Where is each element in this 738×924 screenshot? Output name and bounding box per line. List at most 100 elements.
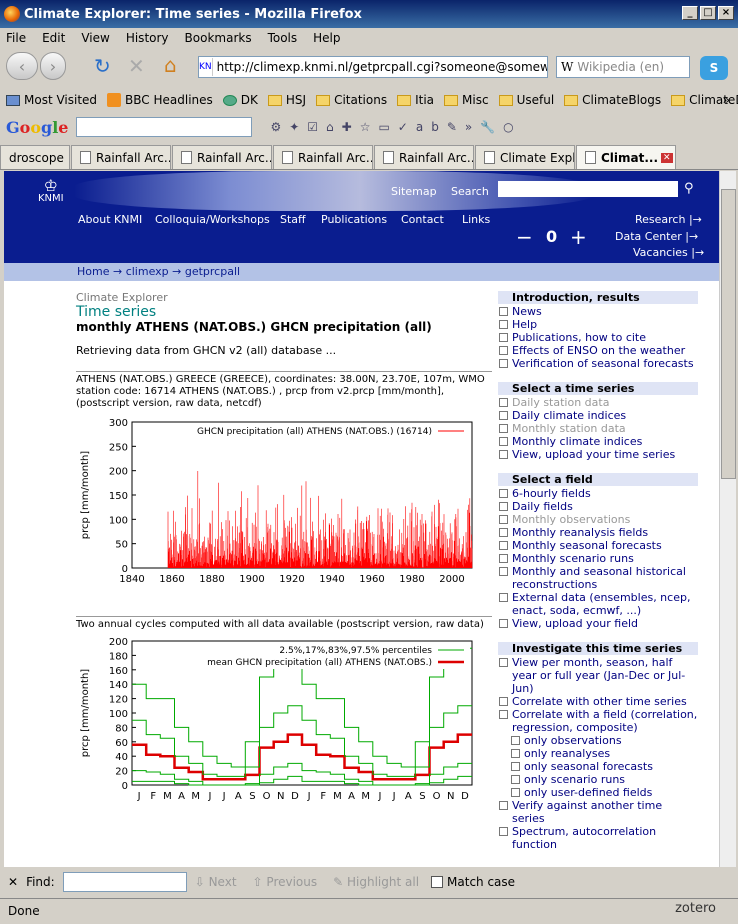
find-next-button[interactable]: ⇩ Next (195, 875, 237, 889)
tab-rainfall-3[interactable]: Rainfall Arc... (273, 145, 373, 169)
breadcrumb[interactable]: Home → climexp → getprcpall (4, 263, 719, 281)
zotero-button[interactable]: zotero (675, 901, 716, 916)
nav-contact[interactable]: Contact (401, 213, 444, 226)
x-tick-label: J (222, 791, 226, 802)
zoom-in-button[interactable]: + (570, 225, 587, 249)
sidebar-link[interactable]: only reanalyses (498, 747, 698, 760)
bookmark-dk[interactable]: DK (222, 93, 258, 107)
web-search-input[interactable]: W Wikipedia (en) (556, 56, 690, 78)
research-link[interactable]: Research |→ (635, 213, 702, 226)
site-icon: KN (199, 58, 213, 76)
tab-rainfall-1[interactable]: Rainfall Arc... (71, 145, 171, 169)
sidebar-link[interactable]: Effects of ENSO on the weather (498, 344, 698, 357)
home-icon[interactable]: ⌂ (164, 53, 177, 77)
menu-help[interactable]: Help (313, 31, 340, 45)
sidebar-link[interactable]: 6-hourly fields (498, 487, 698, 500)
x-tick-label: 1840 (119, 574, 144, 585)
nav-about[interactable]: About KNMI (78, 213, 142, 226)
x-tick-label: O (263, 791, 271, 802)
menu-view[interactable]: View (81, 31, 109, 45)
sidebar-link[interactable]: Verify against another time series (498, 799, 698, 825)
bookmark-climateblogs[interactable]: ClimateBlogs (564, 93, 661, 107)
x-tick-label: M (333, 791, 342, 802)
close-find-icon[interactable]: ✕ (8, 875, 18, 889)
toolbar-icons[interactable]: ⚙✦☑⌂✚☆▭✓ab✎»🔧○ (270, 120, 521, 134)
tab-climate-explorer[interactable]: Climate Expl... (475, 145, 575, 169)
skype-icon[interactable]: S (700, 56, 728, 80)
sidebar-link[interactable]: View per month, season, half year or ful… (498, 656, 698, 695)
folder-icon (316, 94, 331, 106)
chevron-more-icon[interactable]: » (723, 93, 730, 107)
sidebar-link[interactable]: Correlate with other time series (498, 695, 698, 708)
tab-rainfall-4[interactable]: Rainfall Arc... (374, 145, 474, 169)
sidebar-link[interactable]: only observations (498, 734, 698, 747)
sidebar-link[interactable]: Daily station data (498, 396, 698, 409)
sidebar-link[interactable]: View, upload your time series (498, 448, 698, 461)
bookmark-misc[interactable]: Misc (444, 93, 489, 107)
vacancies-link[interactable]: Vacancies |→ (633, 246, 704, 259)
back-button[interactable]: ‹ (6, 52, 38, 80)
bookmark-citations[interactable]: Citations (316, 93, 387, 107)
tab-rainfall-2[interactable]: Rainfall Arc... (172, 145, 272, 169)
close-button[interactable]: × (718, 6, 734, 20)
reload-icon[interactable]: ↻ (94, 54, 111, 78)
sidebar-link[interactable]: View, upload your field (498, 617, 698, 630)
bookmark-most-visited[interactable]: Most Visited (6, 93, 97, 107)
stop-icon[interactable]: ✕ (128, 54, 145, 78)
sidebar-link[interactable]: only scenario runs (498, 773, 698, 786)
sidebar-link[interactable]: Publications, how to cite (498, 331, 698, 344)
tab-droscope[interactable]: droscope (0, 145, 70, 169)
menu-file[interactable]: File (6, 31, 26, 45)
bookmark-bbc-headlines[interactable]: BBC Headlines (107, 93, 213, 107)
sidebar-link[interactable]: News (498, 305, 698, 318)
site-search-input[interactable] (498, 181, 678, 197)
scrollbar-thumb[interactable] (721, 189, 736, 479)
sidebar-link[interactable]: Help (498, 318, 698, 331)
sidebar-link[interactable]: Correlate with a field (correlation, reg… (498, 708, 698, 734)
sidebar-link[interactable]: External data (ensembles, ncep, enact, s… (498, 591, 698, 617)
sidebar-link[interactable]: Verification of seasonal forecasts (498, 357, 698, 370)
knmi-logo[interactable]: ♔ KNMI (38, 178, 64, 205)
minimize-button[interactable]: _ (682, 6, 698, 20)
sidebar-link[interactable]: Monthly and seasonal historical reconstr… (498, 565, 698, 591)
sidebar-link[interactable]: Monthly climate indices (498, 435, 698, 448)
x-tick-label: J (377, 791, 381, 802)
sidebar-link[interactable]: Daily climate indices (498, 409, 698, 422)
sidebar-link[interactable]: only seasonal forecasts (498, 760, 698, 773)
match-case-checkbox[interactable] (431, 876, 444, 888)
bookmark-itia[interactable]: Itia (397, 93, 434, 107)
sidebar-link[interactable]: Monthly observations (498, 513, 698, 526)
nav-staff[interactable]: Staff (280, 213, 306, 226)
find-input[interactable] (62, 872, 187, 892)
sitemap-link[interactable]: Sitemap (391, 185, 437, 198)
search-icon[interactable]: ⚲ (684, 181, 694, 196)
sidebar-link[interactable]: only user-defined fields (498, 786, 698, 799)
forward-button[interactable]: › (40, 52, 66, 80)
sidebar-link[interactable]: Monthly reanalysis fields (498, 526, 698, 539)
sidebar-link[interactable]: Monthly seasonal forecasts (498, 539, 698, 552)
highlight-all-button[interactable]: ✎ Highlight all (333, 875, 419, 889)
sidebar-link[interactable]: Monthly station data (498, 422, 698, 435)
sidebar-link[interactable]: Spectrum, autocorrelation function (498, 825, 698, 851)
nav-links[interactable]: Links (462, 213, 490, 226)
menu-tools[interactable]: Tools (268, 31, 298, 45)
datacenter-link[interactable]: Data Center |→ (615, 230, 698, 243)
menu-edit[interactable]: Edit (42, 31, 65, 45)
url-bar[interactable]: KN http://climexp.knmi.nl/getprcpall.cgi… (198, 56, 548, 78)
close-tab-icon[interactable]: ✕ (661, 152, 673, 163)
zoom-out-button[interactable]: − (516, 225, 533, 249)
page-scrollbar[interactable] (719, 171, 736, 867)
google-search-input[interactable] (76, 117, 253, 137)
search-link[interactable]: Search (451, 185, 489, 198)
nav-colloquia[interactable]: Colloquia/Workshops (155, 213, 270, 226)
menu-history[interactable]: History (126, 31, 169, 45)
sidebar-link[interactable]: Monthly scenario runs (498, 552, 698, 565)
tab-climate-active[interactable]: Climat... ✕ (576, 145, 676, 169)
menu-bookmarks[interactable]: Bookmarks (185, 31, 252, 45)
bookmark-hsj[interactable]: HSJ (267, 93, 306, 107)
maximize-button[interactable]: □ (700, 6, 716, 20)
sidebar-link[interactable]: Daily fields (498, 500, 698, 513)
bookmark-useful[interactable]: Useful (498, 93, 554, 107)
find-previous-button[interactable]: ⇧ Previous (253, 875, 318, 889)
nav-publications[interactable]: Publications (321, 213, 387, 226)
